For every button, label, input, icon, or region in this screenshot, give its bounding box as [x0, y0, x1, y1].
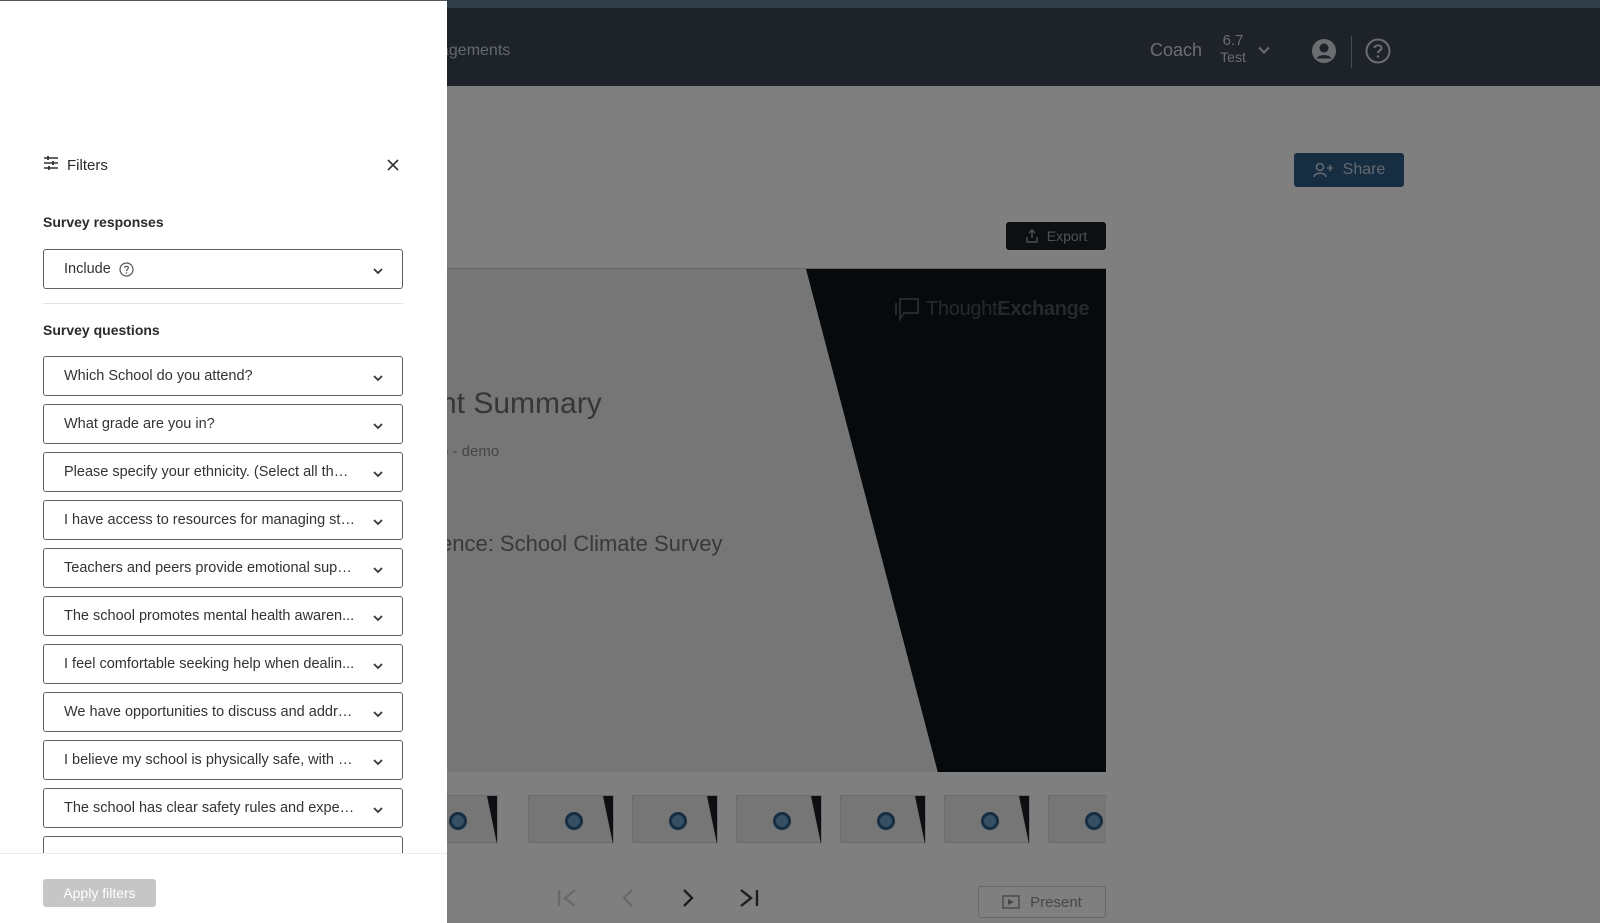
chevron-down-icon [372, 419, 384, 437]
question-select-label: Teachers and peers provide emotional sup… [64, 560, 356, 576]
question-select[interactable]: The school has clear safety rules and ex… [43, 788, 403, 828]
question-select-label: The school has clear safety rules and ex… [64, 800, 356, 816]
question-select-label: I feel comfortable seeking help when dea… [64, 656, 355, 672]
sliders-icon [43, 155, 59, 175]
question-select-label: Which School do you attend? [64, 368, 253, 384]
filters-header: Filters [43, 153, 403, 177]
question-select-label: I believe my school is physically safe, … [64, 752, 356, 768]
close-icon[interactable] [383, 155, 403, 175]
question-select[interactable]: Please specify your ethnicity. (Select a… [43, 452, 403, 492]
chevron-down-icon [372, 659, 384, 677]
filters-title: Filters [67, 156, 108, 174]
filters-drawer: Filters Survey responses Include Survey … [0, 0, 447, 923]
chevron-down-icon [372, 707, 384, 725]
question-select-label: We have opportunities to discuss and add… [64, 704, 356, 720]
question-select[interactable]: We have opportunities to discuss and add… [43, 692, 403, 732]
question-select-label: I have access to resources for managing … [64, 512, 356, 528]
survey-questions-list: Which School do you attend? What grade a… [0, 351, 447, 854]
question-select[interactable]: Teachers and peers provide emotional sup… [43, 548, 403, 588]
question-select[interactable]: The school promotes mental health awaren… [43, 596, 403, 636]
chevron-down-icon [372, 803, 384, 821]
apply-filters-button[interactable]: Apply filters [43, 879, 156, 907]
survey-responses-select[interactable]: Include [43, 249, 403, 289]
chevron-down-icon [372, 467, 384, 485]
question-select-label: What grade are you in? [64, 416, 215, 432]
question-select[interactable]: I have access to resources for managing … [43, 500, 403, 540]
help-circle-icon[interactable] [119, 261, 134, 277]
drawer-footer: Apply filters [0, 853, 447, 923]
question-select[interactable] [43, 836, 403, 854]
chevron-down-icon [372, 563, 384, 581]
question-select[interactable]: I feel comfortable seeking help when dea… [43, 644, 403, 684]
question-select[interactable]: I believe my school is physically safe, … [43, 740, 403, 780]
chevron-down-icon [372, 611, 384, 629]
chevron-down-icon [372, 755, 384, 773]
chevron-down-icon [372, 264, 384, 282]
question-select-label: The school promotes mental health awaren… [64, 608, 355, 624]
survey-questions-label: Survey questions [43, 322, 160, 338]
survey-responses-label: Survey responses [43, 214, 164, 230]
section-divider [43, 303, 403, 304]
chevron-down-icon [372, 371, 384, 389]
survey-responses-value: Include [64, 261, 111, 277]
question-select-label: Please specify your ethnicity. (Select a… [64, 464, 356, 480]
question-select[interactable]: Which School do you attend? [43, 356, 403, 396]
question-select[interactable]: What grade are you in? [43, 404, 403, 444]
chevron-down-icon [372, 515, 384, 533]
